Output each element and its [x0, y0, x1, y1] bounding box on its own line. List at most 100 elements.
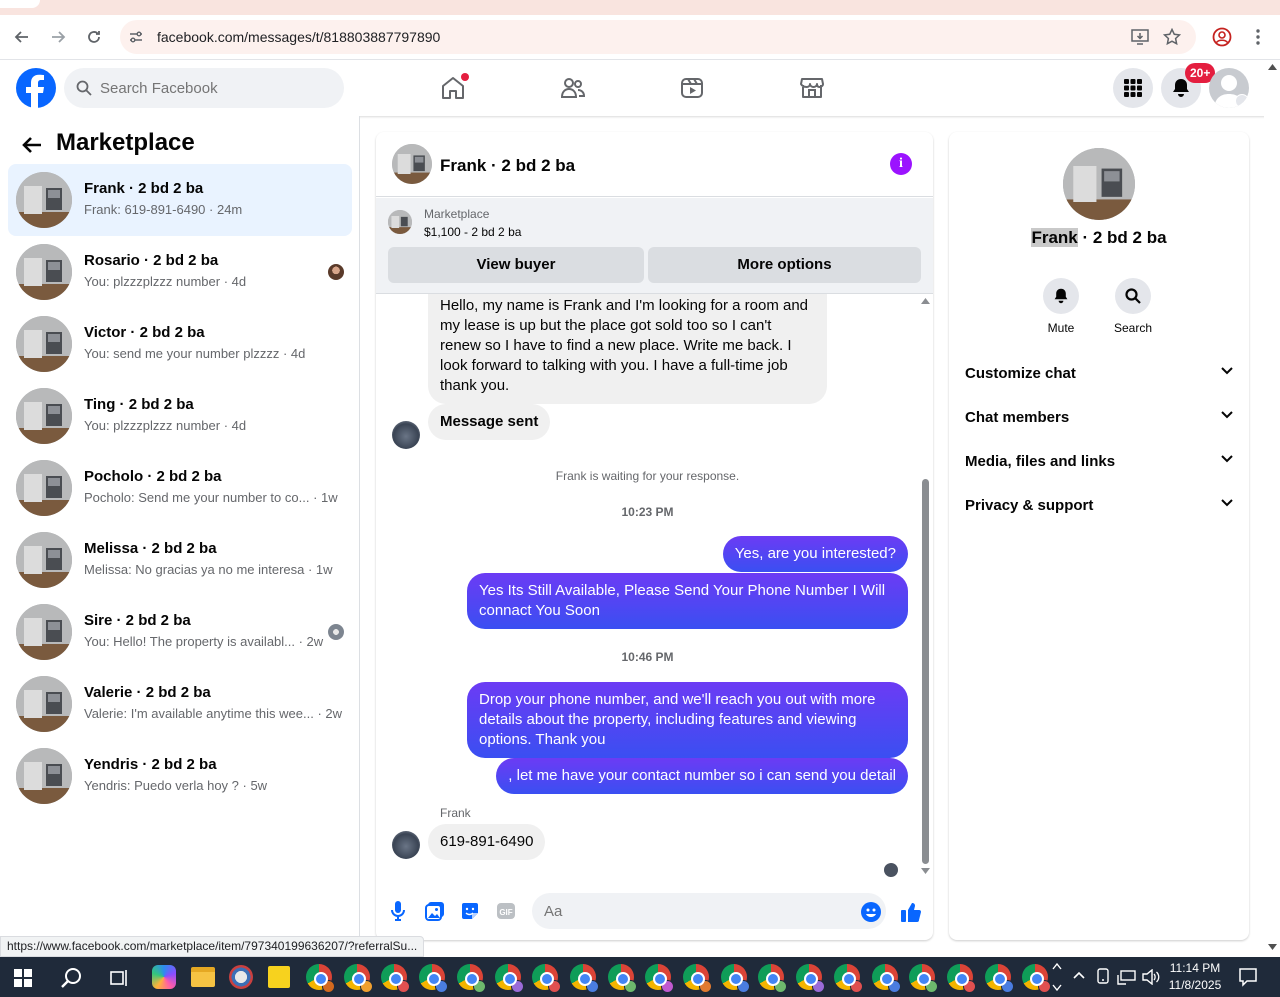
- chevron-up-icon[interactable]: [1073, 971, 1085, 979]
- incoming-message[interactable]: 619-891-6490: [428, 824, 546, 860]
- chrome-taskbar-icon[interactable]: [419, 964, 449, 993]
- message-input[interactable]: [532, 893, 886, 929]
- facebook-logo-icon[interactable]: [16, 68, 56, 108]
- notification-center-icon[interactable]: [1238, 967, 1258, 987]
- profile-button[interactable]: [1208, 23, 1236, 51]
- chat-avatar[interactable]: [392, 144, 432, 184]
- back-arrow-icon[interactable]: [22, 136, 42, 154]
- conversation-avatar[interactable]: [1063, 148, 1135, 220]
- windows-start-icon[interactable]: [14, 969, 32, 987]
- search-icon[interactable]: [61, 967, 83, 989]
- copilot-icon[interactable]: [152, 965, 176, 989]
- scroll-up-icon[interactable]: [1268, 64, 1277, 70]
- chrome-taskbar-icon[interactable]: [909, 964, 939, 993]
- chrome-taskbar-icon[interactable]: [1022, 964, 1052, 993]
- conversation-item[interactable]: Sire · 2 bd 2 ba You: Hello! The property…: [8, 596, 352, 668]
- microphone-icon[interactable]: [391, 901, 405, 921]
- forward-button[interactable]: [44, 23, 72, 51]
- conversation-item[interactable]: Valerie · 2 bd 2 ba Valerie: I'm availabl…: [8, 668, 352, 740]
- system-clock[interactable]: 11:14 PM 11/8/2025: [1158, 960, 1232, 994]
- search-in-chat-button[interactable]: Search: [1097, 278, 1169, 335]
- chrome-taskbar-icon[interactable]: [306, 964, 335, 993]
- outgoing-message[interactable]: Drop your phone number, and we'll reach …: [467, 682, 908, 758]
- bookmark-star-icon[interactable]: [1163, 28, 1181, 46]
- scroll-down-icon[interactable]: [1268, 944, 1277, 950]
- back-button[interactable]: [8, 23, 36, 51]
- nav-friends[interactable]: [553, 68, 593, 108]
- incoming-message[interactable]: Hello, my name is Frank and I'm looking …: [428, 294, 827, 404]
- chrome-taskbar-icon[interactable]: [758, 964, 788, 993]
- chrome-taskbar-icon[interactable]: [833, 964, 863, 993]
- chrome-taskbar-icon[interactable]: [946, 964, 976, 993]
- nav-video[interactable]: [672, 68, 712, 108]
- task-view-icon[interactable]: [110, 969, 130, 987]
- outgoing-message[interactable]: Yes, are you interested?: [722, 536, 908, 572]
- network-icon[interactable]: [1117, 969, 1137, 985]
- reload-button[interactable]: [80, 23, 108, 51]
- chrome-taskbar-icon[interactable]: [343, 964, 373, 993]
- url-text[interactable]: facebook.com/messages/t/818803887797890: [157, 29, 440, 45]
- conversation-item[interactable]: Pocholo · 2 bd 2 ba Pocholo: Send me your…: [8, 452, 352, 524]
- customize-chat-section[interactable]: Customize chat: [965, 352, 1233, 396]
- address-bar[interactable]: facebook.com/messages/t/818803887797890: [120, 20, 1196, 54]
- browser-menu-button[interactable]: [1244, 23, 1272, 51]
- incoming-message[interactable]: Message sent: [428, 404, 551, 440]
- chrome-taskbar-icon[interactable]: [871, 964, 901, 993]
- chrome-taskbar-icon[interactable]: [720, 964, 750, 993]
- sticker-icon[interactable]: [460, 901, 480, 921]
- chrome-taskbar-icon[interactable]: [984, 964, 1014, 993]
- device-icon[interactable]: [1096, 968, 1110, 986]
- menu-button[interactable]: [1113, 68, 1153, 108]
- conversation-item[interactable]: Rosario · 2 bd 2 ba You: plzzzplzzz numbe…: [8, 236, 352, 308]
- sender-avatar[interactable]: [392, 421, 420, 449]
- chrome-taskbar-icon[interactable]: [381, 964, 411, 993]
- scroll-down-icon[interactable]: [921, 868, 930, 874]
- chrome-taskbar-icon[interactable]: [569, 964, 599, 993]
- chrome-taskbar-icon[interactable]: [796, 964, 826, 993]
- chrome-taskbar-icon[interactable]: [456, 964, 486, 993]
- conversation-item[interactable]: Ting · 2 bd 2 ba You: plzzzplzzz number ·…: [8, 380, 352, 452]
- chat-members-section[interactable]: Chat members: [965, 396, 1233, 440]
- privacy-support-section[interactable]: Privacy & support: [965, 484, 1233, 528]
- facebook-search[interactable]: [64, 68, 344, 108]
- photo-icon[interactable]: [425, 901, 445, 921]
- listing-thumbnail[interactable]: [388, 210, 412, 234]
- emoji-icon[interactable]: [861, 902, 881, 922]
- mute-button[interactable]: Mute: [1025, 278, 1097, 335]
- outgoing-message[interactable]: Yes Its Still Available, Please Send You…: [467, 573, 908, 629]
- nav-marketplace[interactable]: [792, 68, 832, 108]
- conversation-item[interactable]: Yendris · 2 bd 2 ba Yendris: Puedo verla …: [8, 740, 352, 812]
- paint-app-icon[interactable]: [229, 965, 253, 989]
- listing-price[interactable]: $1,100 - 2 bd 2 ba: [424, 225, 521, 239]
- file-explorer-icon[interactable]: [191, 967, 215, 987]
- message-thread[interactable]: Hello, my name is Frank and I'm looking …: [376, 294, 933, 879]
- nav-home[interactable]: [433, 68, 473, 108]
- chrome-taskbar-icon[interactable]: [645, 964, 675, 993]
- conversation-item[interactable]: Melissa · 2 bd 2 ba Melissa: No gracias y…: [8, 524, 352, 596]
- view-buyer-button[interactable]: View buyer: [388, 247, 644, 283]
- account-avatar[interactable]: [1209, 68, 1249, 108]
- site-settings-icon[interactable]: [128, 29, 144, 45]
- chrome-taskbar-icon[interactable]: [607, 964, 637, 993]
- chrome-taskbar-icon[interactable]: [494, 964, 524, 993]
- chrome-taskbar-icon[interactable]: [683, 964, 712, 993]
- conversation-item[interactable]: Frank · 2 bd 2 ba Frank: 619-891-6490 · 2…: [8, 164, 352, 236]
- search-input[interactable]: [100, 68, 330, 108]
- install-app-icon[interactable]: [1131, 29, 1149, 45]
- chrome-taskbar-icon[interactable]: [532, 964, 562, 993]
- outgoing-message[interactable]: , let me have your contact number so i c…: [496, 758, 908, 794]
- sticky-notes-icon[interactable]: [268, 966, 290, 988]
- media-files-links-section[interactable]: Media, files and links: [965, 440, 1233, 484]
- thumbs-up-icon[interactable]: [900, 901, 922, 923]
- sender-avatar[interactable]: [392, 831, 420, 859]
- conversation-item[interactable]: Victor · 2 bd 2 ba You: send me your numb…: [8, 308, 352, 380]
- active-tab-fragment[interactable]: [0, 0, 40, 8]
- gif-icon[interactable]: GIF: [496, 901, 516, 921]
- more-options-button[interactable]: More options: [648, 247, 921, 283]
- page-scrollbar[interactable]: [1264, 60, 1280, 956]
- taskbar-scroll-icon[interactable]: [1052, 961, 1062, 993]
- scrollbar-thumb[interactable]: [922, 479, 929, 864]
- info-icon[interactable]: i: [890, 153, 912, 175]
- chat-scrollbar[interactable]: [919, 294, 931, 879]
- scroll-up-icon[interactable]: [921, 298, 930, 304]
